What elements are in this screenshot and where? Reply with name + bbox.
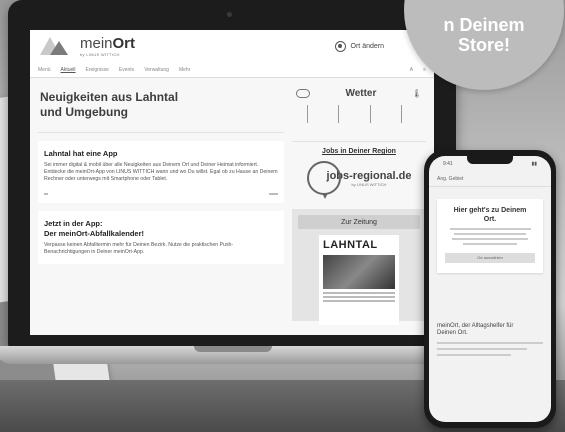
cloud-icon	[296, 89, 310, 98]
app-card: Lahntal hat eine App Sei immer digital &…	[38, 141, 284, 204]
phone-select-location-button[interactable]: Ort auswählen	[445, 252, 535, 263]
phone-footer: meinOrt, der Alltagshelfer für Deinen Or…	[437, 323, 543, 357]
jobs-logo-main: regional.de	[352, 169, 412, 182]
nav-item-verwaltung[interactable]: Verwaltung	[144, 67, 169, 73]
brand-suffix: Ort	[112, 34, 136, 52]
weather-day-icon	[401, 105, 411, 123]
site-logo[interactable]: meinOrt by LINUS WITTICH	[80, 36, 135, 57]
zur-zeitung-button[interactable]: Zur Zeitung	[298, 215, 420, 229]
nav-item-mehr[interactable]: Mehr	[179, 67, 190, 73]
site-header: meinOrt by LINUS WITTICH Ort ändern	[30, 30, 434, 62]
waste-card-title: Jetzt in der App: Der meinOrt-Abfallkale…	[44, 219, 145, 238]
newspaper-widget: Zur Zeitung LAHNTAL	[292, 209, 426, 325]
thermometer-icon: 🌡	[411, 89, 422, 98]
nav-item-events[interactable]: Events	[119, 67, 134, 73]
main-column: Neuigkeiten aus Lahntal und Umgebung Lah…	[38, 86, 284, 321]
meinort-logo-icon[interactable]	[40, 35, 76, 57]
waste-calendar-card[interactable]: Jetzt in der App: Der meinOrt-Abfallkale…	[38, 211, 284, 264]
badge-line1: n Deinem	[443, 14, 525, 35]
nav-item-menu[interactable]: Menü	[38, 67, 51, 73]
menu-icon[interactable]: ≡	[423, 67, 426, 73]
hero: Neuigkeiten aus Lahntal und Umgebung	[38, 86, 284, 133]
location-label: Ort ändern	[350, 42, 384, 50]
weather-title: Wetter	[345, 88, 377, 99]
weather-day-icon	[306, 105, 317, 123]
laptop: meinOrt by LINUS WITTICH Ort ändern Menü…	[8, 0, 456, 348]
slider-controls[interactable]	[44, 193, 278, 196]
phone-card-title: Hier geht's zu Deinem Ort.	[453, 207, 527, 223]
app-card-title: Lahntal hat eine App	[44, 149, 118, 158]
brand-prefix: mein	[80, 34, 113, 52]
newspaper-masthead: LAHNTAL	[323, 239, 378, 251]
phone-footer-title: meinOrt, der Alltagshelfer für Deinen Or…	[437, 322, 514, 337]
phone-location-card: Hier geht's zu Deinem Ort. Ort auswählen	[437, 199, 543, 273]
app-card-text: Sei immer digital & mobil über alle Neui…	[44, 162, 278, 183]
newspaper-thumbnail[interactable]: LAHNTAL	[319, 235, 399, 325]
font-size-button[interactable]: A	[410, 67, 413, 73]
battery-icon: ▮▮	[531, 161, 537, 167]
location-pin-icon	[306, 161, 341, 199]
laptop-screen: meinOrt by LINUS WITTICH Ort ändern Menü…	[30, 30, 434, 335]
jobs-link[interactable]: Jobs in Deiner Region	[292, 148, 426, 155]
jobs-regional-logo[interactable]: jobs-regional.de by LINUS WITTICH	[292, 161, 426, 199]
brand-sub: by LINUS WITTICH	[80, 51, 120, 57]
slider-prev-icon[interactable]	[44, 193, 48, 196]
phone-logo[interactable]: Ang. Gebiet	[429, 172, 551, 187]
newspaper-photo	[323, 255, 395, 289]
weather-day-icon	[338, 105, 348, 123]
laptop-base	[0, 346, 472, 364]
phone-time: 9:41	[443, 161, 453, 167]
crosshair-icon	[334, 40, 346, 52]
badge-line2: Store!	[457, 35, 510, 56]
phone-screen: 9:41 ▮▮ Ang. Gebiet Hier geht's zu Deine…	[429, 156, 551, 422]
weather-forecast	[296, 105, 422, 123]
waste-card-text: Verpasse keinen Abfalltermin mehr für De…	[44, 241, 234, 255]
nav-item-aktuell[interactable]: Aktuell	[61, 67, 76, 73]
camera-icon	[227, 12, 232, 17]
main-nav: Menü Aktuell Ereignisse Events Verwaltun…	[30, 62, 434, 78]
weather-widget[interactable]: Wetter 🌡	[292, 86, 426, 142]
jobs-widget: Jobs in Deiner Region jobs-regional.de b…	[292, 148, 426, 199]
change-location-button[interactable]: Ort ändern	[334, 40, 384, 52]
weather-day-icon	[369, 105, 380, 123]
slider-next-icon[interactable]	[269, 193, 278, 196]
nav-item-ereignisse[interactable]: Ereignisse	[86, 67, 109, 73]
side-column: Wetter 🌡 Jobs in Deiner Region jobs-regi…	[292, 86, 426, 325]
smartphone: 9:41 ▮▮ Ang. Gebiet Hier geht's zu Deine…	[424, 150, 556, 428]
page-title: Neuigkeiten aus Lahntal und Umgebung	[40, 90, 179, 119]
